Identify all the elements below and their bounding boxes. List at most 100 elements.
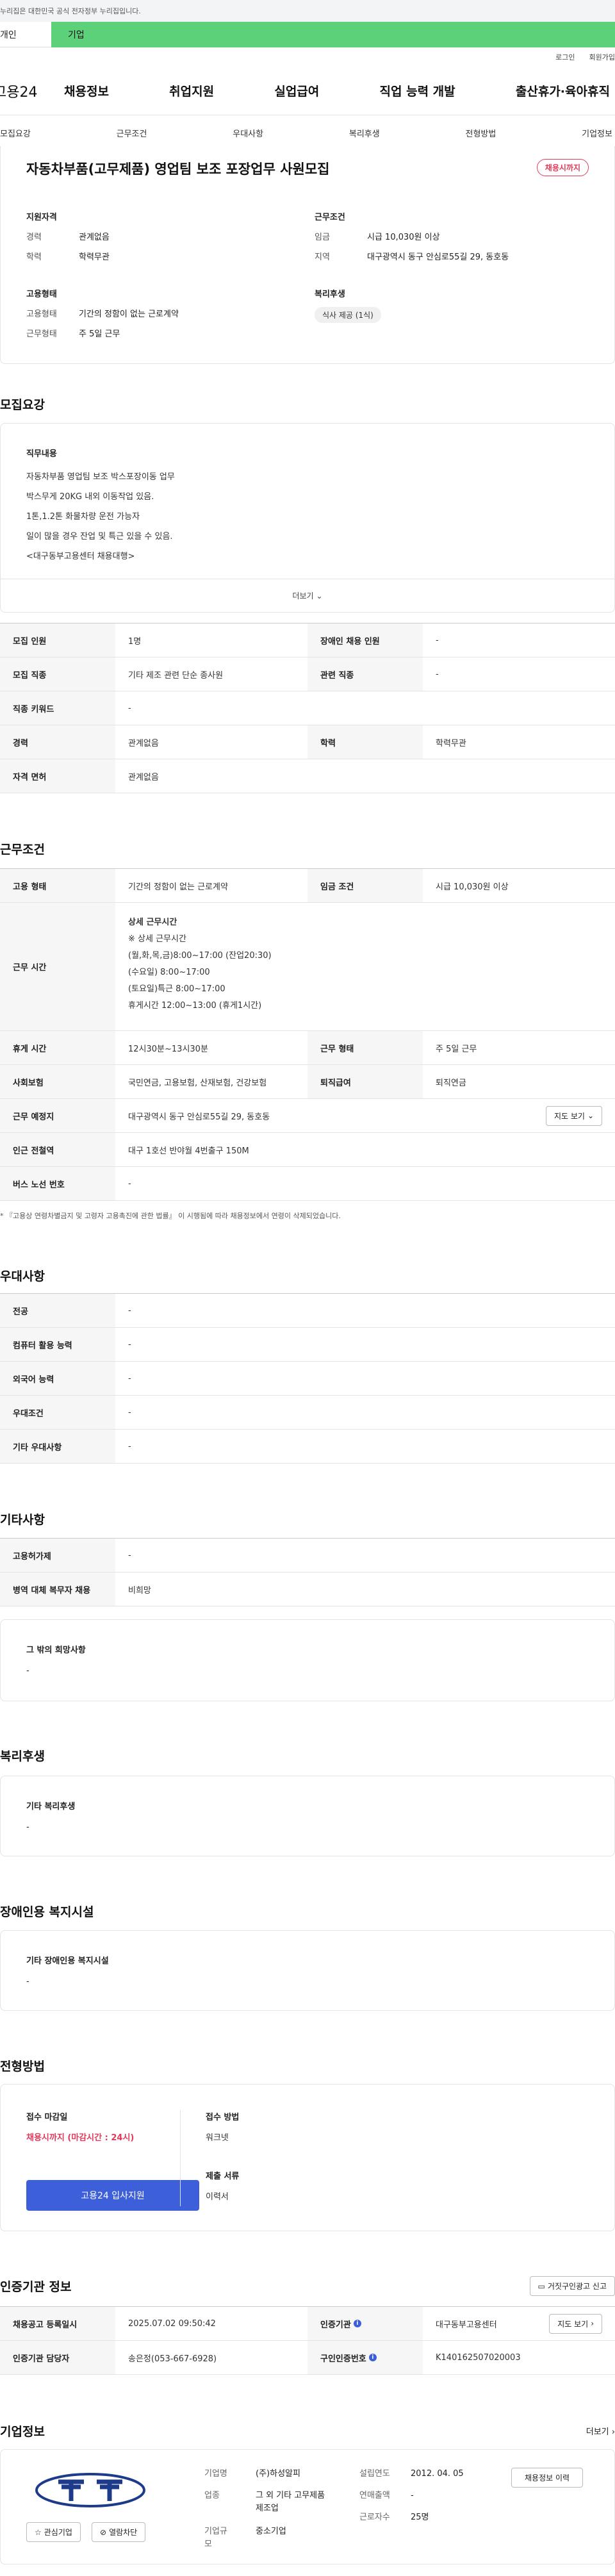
table-row: 고용허가제 - xyxy=(0,1539,615,1573)
gnb-item-unemployment-benefit[interactable]: 실업급여 xyxy=(274,82,319,99)
table-row: 휴게 시간 12시30분~13시30분 근무 형태 주 5일 근무 xyxy=(0,1031,615,1065)
anchor-conditions[interactable]: 근무조건 xyxy=(117,127,147,139)
selection-heading: 전형방법 xyxy=(0,2060,45,2074)
chevron-right-icon: › xyxy=(591,2319,594,2328)
favorite-company-button[interactable]: ☆ 관심기업 xyxy=(26,2522,81,2542)
table-row: 기타 우대사항 - xyxy=(0,1430,615,1464)
agency-table: 채용공고 등록일시 2025.07.02 09:50:42 인증기관 i 대구동부고… xyxy=(0,2306,615,2375)
gnb-item-employment-support[interactable]: 취업지원 xyxy=(169,82,214,99)
company-logo xyxy=(33,2468,148,2513)
company-info-col2: 설립연도 2012. 04. 05 연매출액 - 근로자수 25명 xyxy=(359,2469,464,2522)
apply-button[interactable]: 고용24 입사지원 xyxy=(26,2180,199,2211)
block-icon: ⊘ xyxy=(100,2527,107,2537)
qualification-title: 지원자격 xyxy=(26,213,57,222)
table-row: 병역 대체 복무자 채용 비희망 xyxy=(0,1573,615,1606)
company-card: ☆ 관심기업 ⊘ 열람차단 기업명 (주)하성알피 업종 그 외 기타 고무제품 제조업… xyxy=(0,2449,615,2564)
table-row: 외국어 능력 - xyxy=(0,1362,615,1396)
block-view-button[interactable]: ⊘ 열람차단 xyxy=(92,2522,146,2542)
qualification-block: 지원자격 경력 관계없음 학력 학력무관 xyxy=(26,210,110,262)
employment-type-block: 고용형태 고용형태 기간의 정함이 없는 근로계약 근무형태 주 5일 근무 xyxy=(26,287,179,339)
table-row: 직종 키워드 - xyxy=(0,691,615,725)
table-row: 근무 시간 상세 근무시간 ※ 상세 근무시간 (월,화,목,금)8:00~17… xyxy=(0,903,615,1031)
gov-notice: 누리집은 대한민국 공식 전자정부 누리집입니다. xyxy=(0,0,615,22)
deadline-value: 채용시까지 (마감시간 : 24시) xyxy=(26,2133,135,2143)
map-view-button[interactable]: 지도 보기 ⌄ xyxy=(545,1105,602,1126)
table-row: 컴퓨터 활용 능력 - xyxy=(0,1328,615,1362)
recruit-heading: 모집요강 xyxy=(0,398,45,412)
info-icon[interactable]: i xyxy=(353,2320,361,2327)
tab-individual[interactable]: 개인 xyxy=(0,22,51,47)
anchor-preference[interactable]: 우대사항 xyxy=(233,127,263,139)
age-discrimination-note: * 『고용상 연령차별금지 및 고령자 고용촉진에 관한 법률』 이 시행됨에 … xyxy=(0,1212,341,1220)
table-row: 고용 형태 기간의 정함이 없는 근로계약 임금 조건 시급 10,030원 이상 xyxy=(0,869,615,903)
document-icon: ▭ xyxy=(537,2281,545,2291)
anchor-company[interactable]: 기업정보 xyxy=(582,127,612,139)
user-type-tabs: 개인 기업 xyxy=(0,22,615,47)
job-description-lines: 자동차부품 영업팀 보조 박스포장이동 업무 박스무게 20KG 내외 이동작업… xyxy=(26,472,175,561)
anchor-recruit[interactable]: 모집요강 xyxy=(0,127,31,139)
etc-table: 고용허가제 - 병역 대체 복무자 채용 비희망 xyxy=(0,1538,615,1606)
table-row: 인증기관 담당자 송은정(053-667-6928) 구인인증번호 i K14016… xyxy=(0,2341,615,2375)
welfare-card: 기타 복리후생 - xyxy=(0,1776,615,1856)
recruit-table: 모집 인원 1명 장애인 채용 인원 - 모집 직종 기타 제조 관련 단순 종사원 … xyxy=(0,623,615,793)
join-link[interactable]: 회원가입 xyxy=(589,52,615,62)
work-condition-title: 근무조건 xyxy=(315,213,345,222)
gnb-item-parental-leave[interactable]: 출산휴가·육아휴직 xyxy=(516,82,610,99)
company-heading: 기업정보 xyxy=(0,2425,45,2439)
site-logo[interactable]: 고용24 xyxy=(0,81,64,101)
company-logo-image xyxy=(35,2473,145,2507)
job-description-title: 직무내용 xyxy=(26,449,57,459)
welfare-summary-title: 복리후생 xyxy=(315,290,345,299)
agency-map-button[interactable]: 지도 보기 › xyxy=(549,2313,602,2334)
table-row: 버스 노선 번호 - xyxy=(0,1167,615,1201)
table-row: 인근 전철역 대구 1호선 반야월 4번출구 150M xyxy=(0,1133,615,1167)
conditions-table: 고용 형태 기간의 정함이 없는 근로계약 임금 조건 시급 10,030원 이상 … xyxy=(0,868,615,1201)
table-row: 모집 직종 기타 제조 관련 단순 종사원 관련 직종 - xyxy=(0,657,615,691)
other-wishes-card: 그 밖의 희망사항 - xyxy=(0,1619,615,1701)
anchor-selection[interactable]: 전형방법 xyxy=(466,127,496,139)
global-nav: 고용24 채용정보 취업지원 실업급여 직업 능력 개발 출산휴가·육아휴직 xyxy=(0,67,615,115)
job-summary-card: 자동차부품(고무제품) 영업팀 보조 포장업무 사원모집 채용시까지 지원자격 … xyxy=(0,146,615,364)
company-more-link[interactable]: 더보기 › xyxy=(586,2425,615,2437)
agency-heading: 인증기관 정보 xyxy=(0,2280,72,2294)
preference-heading: 우대사항 xyxy=(0,1269,45,1284)
selection-card: 접수 마감일 채용시까지 (마감시간 : 24시) 고용24 입사지원 접수 방… xyxy=(0,2084,615,2231)
divider xyxy=(180,2110,181,2206)
chevron-right-icon: › xyxy=(611,2427,615,2437)
table-row: 전공 - xyxy=(0,1294,615,1328)
chevron-down-icon: ⌄ xyxy=(316,591,323,600)
hiring-history-button[interactable]: 채용정보 이력 xyxy=(511,2468,584,2488)
work-condition-block: 근무조건 임금 시급 10,030원 이상 지역 대구광역시 동구 안심로55길 2… xyxy=(315,210,509,262)
conditions-heading: 근무조건 xyxy=(0,843,45,857)
gnb-menu: 채용정보 취업지원 실업급여 직업 능력 개발 출산휴가·육아휴직 xyxy=(64,82,615,99)
login-link[interactable]: 로그인 xyxy=(555,52,575,62)
welfare-summary-block: 복리후생 식사 제공 (1식) xyxy=(315,287,381,323)
utility-links: 로그인 회원가입 xyxy=(0,47,615,67)
gnb-item-vocational-training[interactable]: 직업 능력 개발 xyxy=(380,82,455,99)
table-row: 자격 면허 관계없음 xyxy=(0,759,615,793)
table-row: 채용공고 등록일시 2025.07.02 09:50:42 인증기관 i 대구동부고… xyxy=(0,2307,615,2341)
gnb-item-jobs[interactable]: 채용정보 xyxy=(64,82,109,99)
table-row: 근무 예정지 대구광역시 동구 안심로55길 29, 동호동 지도 보기 ⌄ xyxy=(0,1099,615,1133)
disability-card: 기타 장애인용 복지시설 - xyxy=(0,1930,615,2011)
employment-type-title: 고용형태 xyxy=(26,290,57,299)
table-row: 우대조건 - xyxy=(0,1396,615,1430)
company-info-col1: 기업명 (주)하성알피 업종 그 외 기타 고무제품 제조업 기업규모 중소기업 xyxy=(204,2469,325,2549)
table-row: 사회보험 국민연금, 고용보험, 산재보험, 건강보험 퇴직급여 퇴직연금 xyxy=(0,1065,615,1099)
more-button[interactable]: 더보기 ⌄ xyxy=(1,579,614,612)
preference-table: 전공 - 컴퓨터 활용 능력 - 외국어 능력 - 우대조건 - 기타 우대사항 - xyxy=(0,1293,615,1464)
anchor-welfare[interactable]: 복리후생 xyxy=(349,127,380,139)
job-title: 자동차부품(고무제품) 영업팀 보조 포장업무 사원모집 xyxy=(26,161,330,177)
deadline-badge: 채용시까지 xyxy=(536,159,589,176)
welfare-heading: 복리후생 xyxy=(0,1749,45,1763)
disability-heading: 장애인용 복지시설 xyxy=(0,1905,94,1919)
job-description-card: 직무내용 자동차부품 영업팀 보조 박스포장이동 업무 박스무게 20KG 내외… xyxy=(0,423,615,613)
table-row: 경력 관계없음 학력 학력무관 xyxy=(0,725,615,759)
table-row: 모집 인원 1명 장애인 채용 인원 - xyxy=(0,623,615,657)
star-icon: ☆ xyxy=(35,2527,42,2537)
tab-company[interactable]: 기업 xyxy=(51,22,615,47)
report-false-ad-button[interactable]: ▭ 거짓구인광고 신고 xyxy=(529,2276,615,2296)
chevron-down-icon: ⌄ xyxy=(587,1111,594,1120)
welfare-chip: 식사 제공 (1식) xyxy=(315,307,381,323)
info-icon[interactable]: i xyxy=(368,2354,377,2361)
